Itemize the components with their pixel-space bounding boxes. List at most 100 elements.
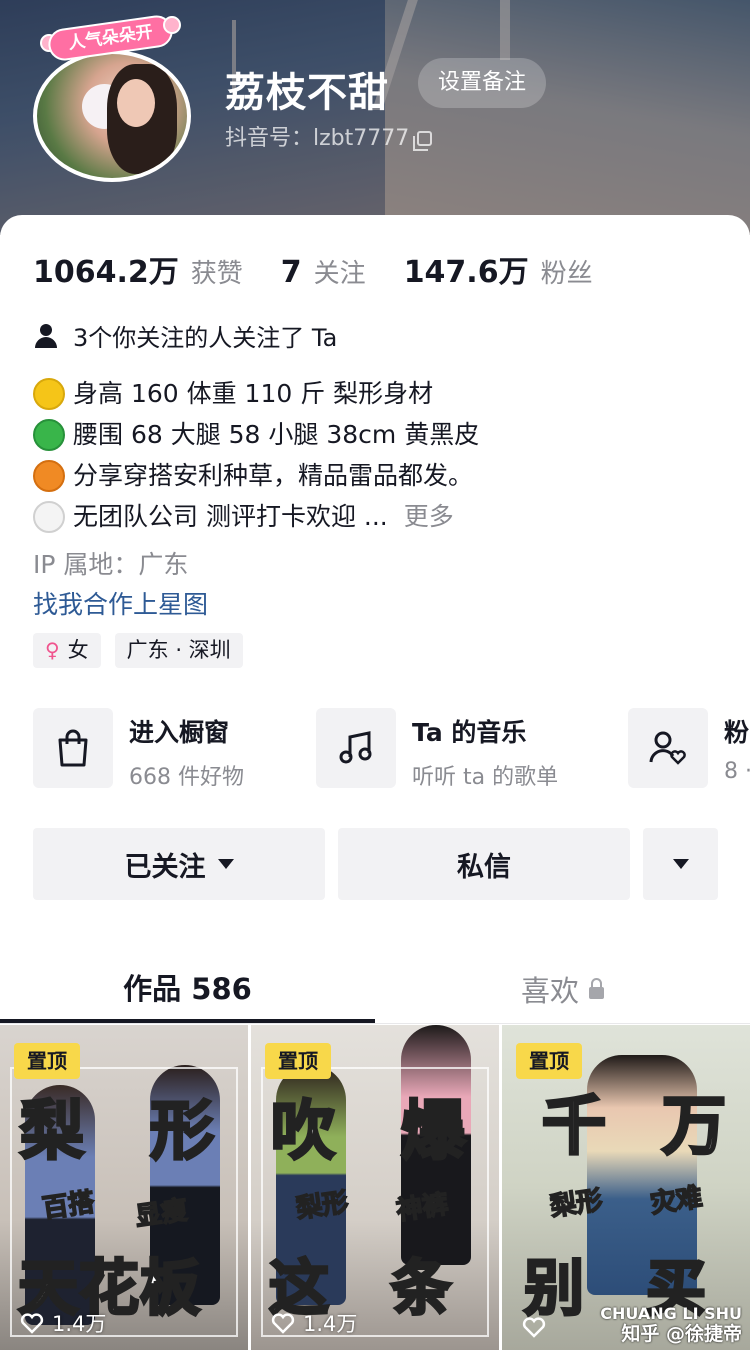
- tab-works[interactable]: 作品 586: [0, 955, 375, 1023]
- orange-circle-icon: [33, 459, 65, 492]
- pinned-badge: 置顶: [14, 1043, 80, 1079]
- lock-icon: [589, 978, 604, 999]
- likes-count: 1.4万: [52, 1312, 107, 1336]
- followed-button[interactable]: 已关注: [33, 828, 325, 900]
- thumbnail-title: 万: [661, 1089, 728, 1166]
- copy-icon[interactable]: [413, 131, 433, 151]
- divider: [0, 1023, 750, 1024]
- entry-subtitle: 听听 ta 的歌单: [412, 765, 559, 788]
- douyin-id[interactable]: 抖音号：lzbt7777: [225, 120, 433, 152]
- pinned-badge: 置顶: [265, 1043, 331, 1079]
- stat-number: 1064.2万: [33, 255, 179, 290]
- avatar-badge: 人气朵朵开: [38, 12, 183, 63]
- watermark-line: 知乎 @徐捷帝: [621, 1323, 742, 1345]
- set-remark-button[interactable]: 设置备注: [418, 58, 546, 108]
- heart-icon: [522, 1317, 546, 1338]
- thumbnail-title: 千: [541, 1089, 608, 1166]
- yellow-circle-icon: [33, 377, 65, 410]
- likes-count: 1.4万: [303, 1312, 358, 1336]
- message-button[interactable]: 私信: [338, 828, 630, 900]
- stats-row: 1064.2万 获赞 7 关注 147.6万 粉丝: [33, 247, 631, 291]
- video-thumbnail[interactable]: 置顶 千 万 梨形 灾难 别 买 CHUANG LI SHU 知乎 @徐捷帝: [502, 1025, 750, 1350]
- message-label: 私信: [457, 851, 511, 883]
- video-likes: [522, 1316, 554, 1338]
- tab-label: 喜欢: [520, 974, 579, 1008]
- entry-subtitle: 8 ·: [724, 759, 750, 784]
- profile-card: 1064.2万 获赞 7 关注 147.6万 粉丝 3个你关注的人关注了 Ta …: [0, 215, 750, 1350]
- tab-label: 作品 586: [123, 972, 252, 1006]
- bio-line: 身高 160 体重 110 斤 梨形身材: [33, 373, 479, 414]
- bio-text: 腰围 68 大腿 58 小腿 38cm 黄黑皮: [73, 420, 480, 449]
- feature-entries: 进入橱窗 668 件好物 Ta 的音乐 听听 ta 的歌单 粉 8 ·: [33, 708, 750, 788]
- thumbnail-title: 形: [149, 1094, 216, 1171]
- video-likes: 1.4万: [20, 1308, 106, 1338]
- watermark: CHUANG LI SHU 知乎 @徐捷帝: [600, 1304, 742, 1344]
- douyin-id-text: 抖音号：lzbt7777: [225, 126, 410, 151]
- bio-text: 无团队公司 测评打卡欢迎 ...: [73, 502, 388, 531]
- profile-name: 荔枝不甜: [225, 70, 389, 116]
- green-circle-icon: [33, 418, 65, 451]
- avatar-face: [117, 79, 155, 127]
- bio-text: 分享穿搭安利种草，精品雷品都发。: [73, 461, 474, 490]
- bio-line: 分享穿搭安利种草，精品雷品都发。: [33, 455, 479, 496]
- tag-label: 女: [67, 638, 89, 662]
- bio-line: 腰围 68 大腿 58 小腿 38cm 黄黑皮: [33, 414, 479, 455]
- thumbnail-subtitle: 灾难: [648, 1182, 705, 1220]
- thumbnail-subtitle: 梨形: [294, 1187, 351, 1225]
- more-options-button[interactable]: [643, 828, 718, 900]
- mutual-follow-note[interactable]: 3个你关注的人关注了 Ta: [33, 318, 337, 353]
- profile-tags: ♀ 女 广东 · 深圳: [33, 633, 257, 668]
- caret-down-icon: [217, 859, 234, 869]
- heart-icon: [20, 1313, 44, 1334]
- stat-label: 粉丝: [540, 259, 593, 289]
- content-tabs: 作品 586 喜欢: [0, 955, 750, 1023]
- entry-music[interactable]: Ta 的音乐 听听 ta 的歌单: [316, 708, 558, 788]
- entry-subtitle: 668 件好物: [129, 765, 244, 788]
- cooperate-link[interactable]: 找我合作上星图: [33, 585, 208, 621]
- thumbnail-subtitle: 神裤: [394, 1189, 451, 1227]
- stat-number: 7: [280, 255, 302, 290]
- video-grid: 置顶 梨 形 百搭 显瘦 天花板 1.4万 置顶 吹 爆 梨形 神裤 这 条 1…: [0, 1025, 750, 1350]
- watermark-line: CHUANG LI SHU: [600, 1304, 742, 1323]
- entry-title: 粉: [724, 718, 750, 747]
- thumbnail-title: 梨: [19, 1094, 86, 1171]
- entry-fan-group[interactable]: 粉 8 ·: [628, 708, 750, 788]
- bio-more-link[interactable]: 更多: [404, 496, 454, 537]
- action-buttons: 已关注 私信: [33, 828, 718, 900]
- entry-shop-window[interactable]: 进入橱窗 668 件好物: [33, 708, 244, 788]
- stat-likes[interactable]: 1064.2万 获赞: [33, 247, 243, 291]
- tag-label: 广东 · 深圳: [126, 638, 231, 662]
- avatar[interactable]: [33, 50, 191, 182]
- tag-location: 广东 · 深圳: [114, 633, 243, 668]
- entry-title: Ta 的音乐: [412, 718, 527, 747]
- thumbnail-title: 爆: [400, 1094, 467, 1171]
- video-likes: 1.4万: [271, 1308, 357, 1338]
- ip-location: IP 属地：广东: [33, 550, 189, 579]
- video-thumbnail[interactable]: 置顶 吹 爆 梨形 神裤 这 条 1.4万: [251, 1025, 499, 1350]
- person-icon: [33, 323, 59, 349]
- avatar-badge-label: 人气朵朵开: [46, 13, 175, 63]
- stat-number: 147.6万: [403, 255, 529, 290]
- tab-likes[interactable]: 喜欢: [375, 955, 750, 1023]
- female-icon: ♀: [45, 638, 60, 662]
- thumbnail-title: 吹: [270, 1094, 337, 1171]
- bio-text: 身高 160 体重 110 斤 梨形身材: [73, 379, 434, 408]
- thumbnail-subtitle: 显瘦: [133, 1195, 190, 1233]
- thumbnail-subtitle: 百搭: [40, 1187, 97, 1225]
- music-note-icon: [316, 708, 396, 788]
- chevron-down-icon: [672, 859, 689, 869]
- bio-line: 无团队公司 测评打卡欢迎 ... 更多: [33, 496, 479, 537]
- shopping-bag-icon: [33, 708, 113, 788]
- stat-label: 获赞: [190, 259, 243, 289]
- pinned-badge: 置顶: [516, 1043, 582, 1079]
- bio: 身高 160 体重 110 斤 梨形身材 腰围 68 大腿 58 小腿 38cm…: [33, 373, 479, 537]
- followed-label: 已关注: [124, 851, 206, 883]
- stat-followers[interactable]: 147.6万 粉丝: [404, 247, 593, 291]
- stat-label: 关注: [313, 259, 366, 289]
- flower-icon: [163, 16, 181, 34]
- heart-icon: [271, 1313, 295, 1334]
- mutual-follow-text: 3个你关注的人关注了 Ta: [73, 324, 338, 352]
- stat-following[interactable]: 7 关注: [281, 253, 366, 290]
- fan-group-icon: [628, 708, 708, 788]
- video-thumbnail[interactable]: 置顶 梨 形 百搭 显瘦 天花板 1.4万: [0, 1025, 248, 1350]
